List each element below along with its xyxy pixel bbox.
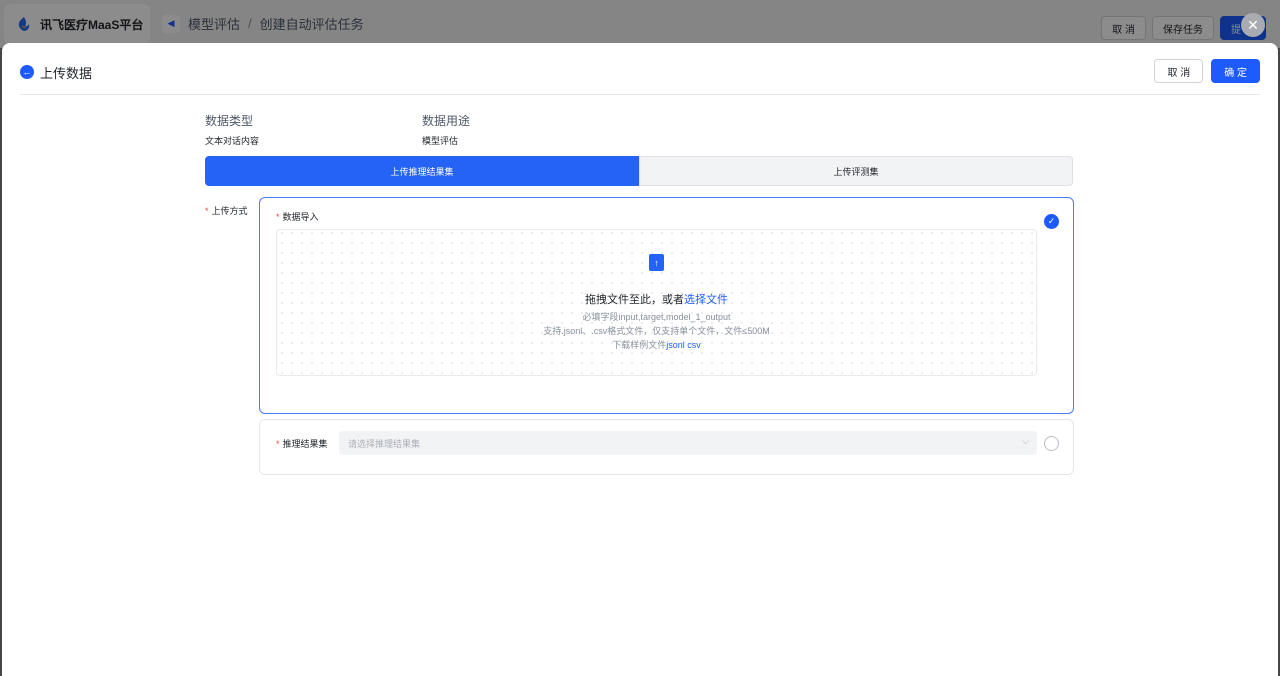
- upload-method-label: * 上传方式: [205, 204, 248, 217]
- meta-label: 数据类型: [205, 114, 254, 128]
- confirm-button[interactable]: 确 定: [1211, 59, 1260, 83]
- back-arrow-icon[interactable]: ←: [20, 65, 34, 79]
- drawer-header: ← 上传数据 取 消 确 定: [20, 59, 1260, 95]
- required-marker: *: [276, 212, 280, 222]
- upload-tabs: 上传推理结果集 上传评测集: [205, 156, 1074, 186]
- file-upload-icon: ↑: [649, 254, 664, 271]
- unchecked-radio-icon[interactable]: [1044, 436, 1059, 451]
- download-sample-line: 下载样例文件jsonl csv: [277, 338, 1036, 351]
- result-set-select[interactable]: 请选择推理结果集 ⌵: [339, 431, 1037, 455]
- file-dropzone[interactable]: ↑ 拖拽文件至此，或者选择文件 必填字段input,target,model_1…: [276, 229, 1037, 376]
- result-set-placeholder: 请选择推理结果集: [348, 438, 421, 449]
- tab-upload-eval-set[interactable]: 上传评测集: [639, 156, 1073, 186]
- upload-method-text: 上传方式: [211, 206, 248, 216]
- drawer-actions: 取 消 确 定: [1154, 59, 1260, 83]
- chevron-down-icon: ⌵: [1022, 436, 1029, 446]
- select-file-link[interactable]: 选择文件: [684, 294, 728, 306]
- data-import-text: 数据导入: [282, 212, 319, 222]
- sample-csv-link[interactable]: csv: [687, 340, 701, 350]
- required-marker: *: [276, 439, 280, 449]
- result-set-option[interactable]: * 推理结果集 请选择推理结果集 ⌵: [259, 419, 1074, 475]
- dropzone-main-text: 拖拽文件至此，或者选择文件: [277, 291, 1036, 307]
- result-set-text: 推理结果集: [282, 439, 328, 449]
- upload-data-drawer: ← 上传数据 取 消 确 定 数据类型 文本对话内容 数据用途 模型评估 上传推…: [2, 43, 1278, 676]
- tab-upload-inference-results[interactable]: 上传推理结果集: [205, 156, 639, 186]
- meta-value: 文本对话内容: [205, 136, 260, 146]
- meta-data-purpose: 数据用途 模型评估: [422, 112, 470, 147]
- sample-jsonl-link[interactable]: jsonl: [666, 340, 685, 350]
- drawer-title: 上传数据: [40, 66, 93, 81]
- drop-text: 拖拽文件至此，或者: [585, 294, 684, 306]
- data-import-label: * 数据导入: [276, 210, 319, 223]
- download-sample-text: 下载样例文件: [612, 340, 667, 350]
- close-icon[interactable]: ✕: [1241, 13, 1265, 37]
- meta-value: 模型评估: [422, 136, 459, 146]
- checked-icon[interactable]: ✓: [1044, 214, 1059, 229]
- meta-label: 数据用途: [422, 114, 471, 128]
- result-set-label: * 推理结果集: [276, 437, 328, 450]
- required-marker: *: [205, 206, 209, 216]
- meta-data-type: 数据类型 文本对话内容: [205, 112, 259, 147]
- required-fields-hint: 必填字段input,target,model_1_output: [582, 312, 731, 322]
- data-import-option[interactable]: * 数据导入 ✓ ↑ 拖拽文件至此，或者选择文件 必填字段input,target…: [259, 197, 1074, 414]
- cancel-button[interactable]: 取 消: [1154, 59, 1204, 83]
- format-hint: 支持.jsonl、.csv格式文件，仅支持单个文件，文件≤500M: [543, 326, 770, 336]
